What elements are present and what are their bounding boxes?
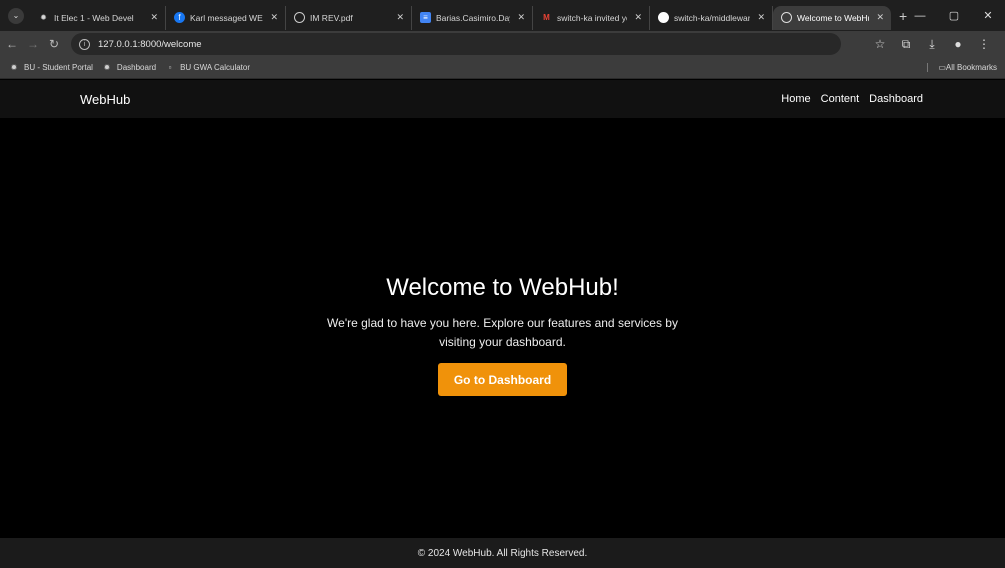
bookmark-label: BU - Student Portal	[24, 63, 93, 72]
extensions-icon[interactable]: ⧉	[893, 37, 919, 52]
gmail-icon: M	[543, 13, 550, 22]
nav-link-dashboard[interactable]: Dashboard	[869, 93, 923, 105]
browser-tab[interactable]: ≡ Barias.Casimiro.Daya ✕	[412, 5, 533, 30]
bookmark-label: Dashboard	[116, 63, 157, 72]
menu-icon[interactable]: ⋮	[971, 37, 997, 51]
hero-title: Welcome to WebHub!	[386, 274, 619, 301]
browser-tab[interactable]: M switch-ka invited you ✕	[533, 5, 650, 30]
close-icon[interactable]: ✕	[150, 12, 158, 23]
download-icon[interactable]: ⤓	[919, 37, 945, 52]
hero-text: We're glad to have you here. Explore our…	[327, 316, 678, 349]
page-icon: ▫	[168, 63, 172, 72]
gear-icon: ✹	[103, 63, 111, 72]
window-controls: — ▢ ✕	[903, 0, 1005, 31]
browser-tab[interactable]: ✹ It Elec 1 - Web Devel ✕	[30, 5, 166, 30]
copyright-text: © 2024 WebHub. All Rights Reserved.	[417, 547, 588, 559]
close-window-icon[interactable]: ✕	[971, 9, 1005, 22]
close-icon[interactable]: ✕	[876, 12, 884, 23]
tab-title: Karl messaged WEBD	[190, 12, 263, 23]
globe-icon	[781, 12, 792, 23]
close-icon[interactable]: ✕	[517, 12, 525, 23]
gear-icon: ✹	[40, 13, 47, 22]
browser-toolbar: ← → ↻ i 127.0.0.1:8000/welcome ☆ ⧉ ⤓ ● ⋮	[0, 31, 1005, 57]
reload-icon[interactable]: ↻	[45, 37, 63, 51]
docs-icon: ≡	[420, 12, 431, 23]
folder-icon: ▭	[938, 63, 946, 72]
tab-title: switch-ka/middlewar	[674, 12, 750, 23]
all-bookmarks[interactable]: ▭ All Bookmarks	[927, 63, 997, 72]
site-info-icon[interactable]: i	[79, 38, 90, 50]
forward-icon[interactable]: →	[24, 37, 42, 51]
tab-title: IM REV.pdf	[310, 12, 353, 23]
bookmark-item[interactable]: ✹ Dashboard	[102, 63, 157, 73]
gear-icon: ✹	[10, 63, 18, 72]
browser-tab-active[interactable]: Welcome to WebHub ✕	[773, 5, 891, 30]
star-icon[interactable]: ☆	[867, 37, 893, 51]
globe-icon	[294, 12, 305, 23]
browser-tab[interactable]: IM REV.pdf ✕	[286, 5, 412, 30]
nav-link-content[interactable]: Content	[821, 93, 860, 105]
profile-avatar-icon[interactable]: ●	[945, 37, 971, 51]
back-icon[interactable]: ←	[3, 37, 21, 51]
site-header: WebHub Home Content Dashboard	[0, 80, 1005, 118]
bookmark-item[interactable]: ▫ BU GWA Calculator	[165, 63, 250, 73]
close-icon[interactable]: ✕	[396, 12, 404, 23]
browser-tab[interactable]: switch-ka/middlewar ✕	[650, 5, 773, 30]
close-icon[interactable]: ✕	[270, 12, 278, 23]
tab-title: Welcome to WebHub	[797, 12, 869, 23]
site-brand[interactable]: WebHub	[80, 92, 130, 107]
github-icon	[658, 12, 669, 23]
address-bar[interactable]: i 127.0.0.1:8000/welcome	[71, 33, 841, 55]
site-footer: © 2024 WebHub. All Rights Reserved.	[0, 538, 1005, 568]
all-bookmarks-label: All Bookmarks	[945, 63, 997, 72]
facebook-icon: f	[174, 12, 185, 23]
tab-title: It Elec 1 - Web Devel	[54, 12, 134, 23]
url-text: 127.0.0.1:8000/welcome	[98, 38, 202, 50]
minimize-icon[interactable]: —	[903, 10, 937, 22]
bookmark-item[interactable]: ✹ BU - Student Portal	[9, 63, 93, 73]
hero-section: Welcome to WebHub! We're glad to have yo…	[0, 118, 1005, 538]
bookmarks-bar: ✹ BU - Student Portal ✹ Dashboard ▫ BU G…	[0, 57, 1005, 79]
tab-title: Barias.Casimiro.Daya	[436, 12, 510, 23]
bookmark-label: BU GWA Calculator	[180, 63, 251, 72]
browser-tab[interactable]: f Karl messaged WEBD ✕	[166, 5, 286, 30]
site-nav: Home Content Dashboard	[781, 93, 923, 105]
tab-search-icon[interactable]: ⌄	[8, 7, 24, 24]
restore-icon[interactable]: ▢	[937, 9, 971, 22]
browser-tab-strip: ⌄ ✹ It Elec 1 - Web Devel ✕ f Karl messa…	[0, 0, 1005, 31]
tab-title: switch-ka invited you	[557, 12, 627, 23]
go-to-dashboard-button[interactable]: Go to Dashboard	[438, 363, 567, 396]
nav-link-home[interactable]: Home	[781, 93, 810, 105]
close-icon[interactable]: ✕	[634, 12, 642, 23]
close-icon[interactable]: ✕	[757, 12, 765, 23]
